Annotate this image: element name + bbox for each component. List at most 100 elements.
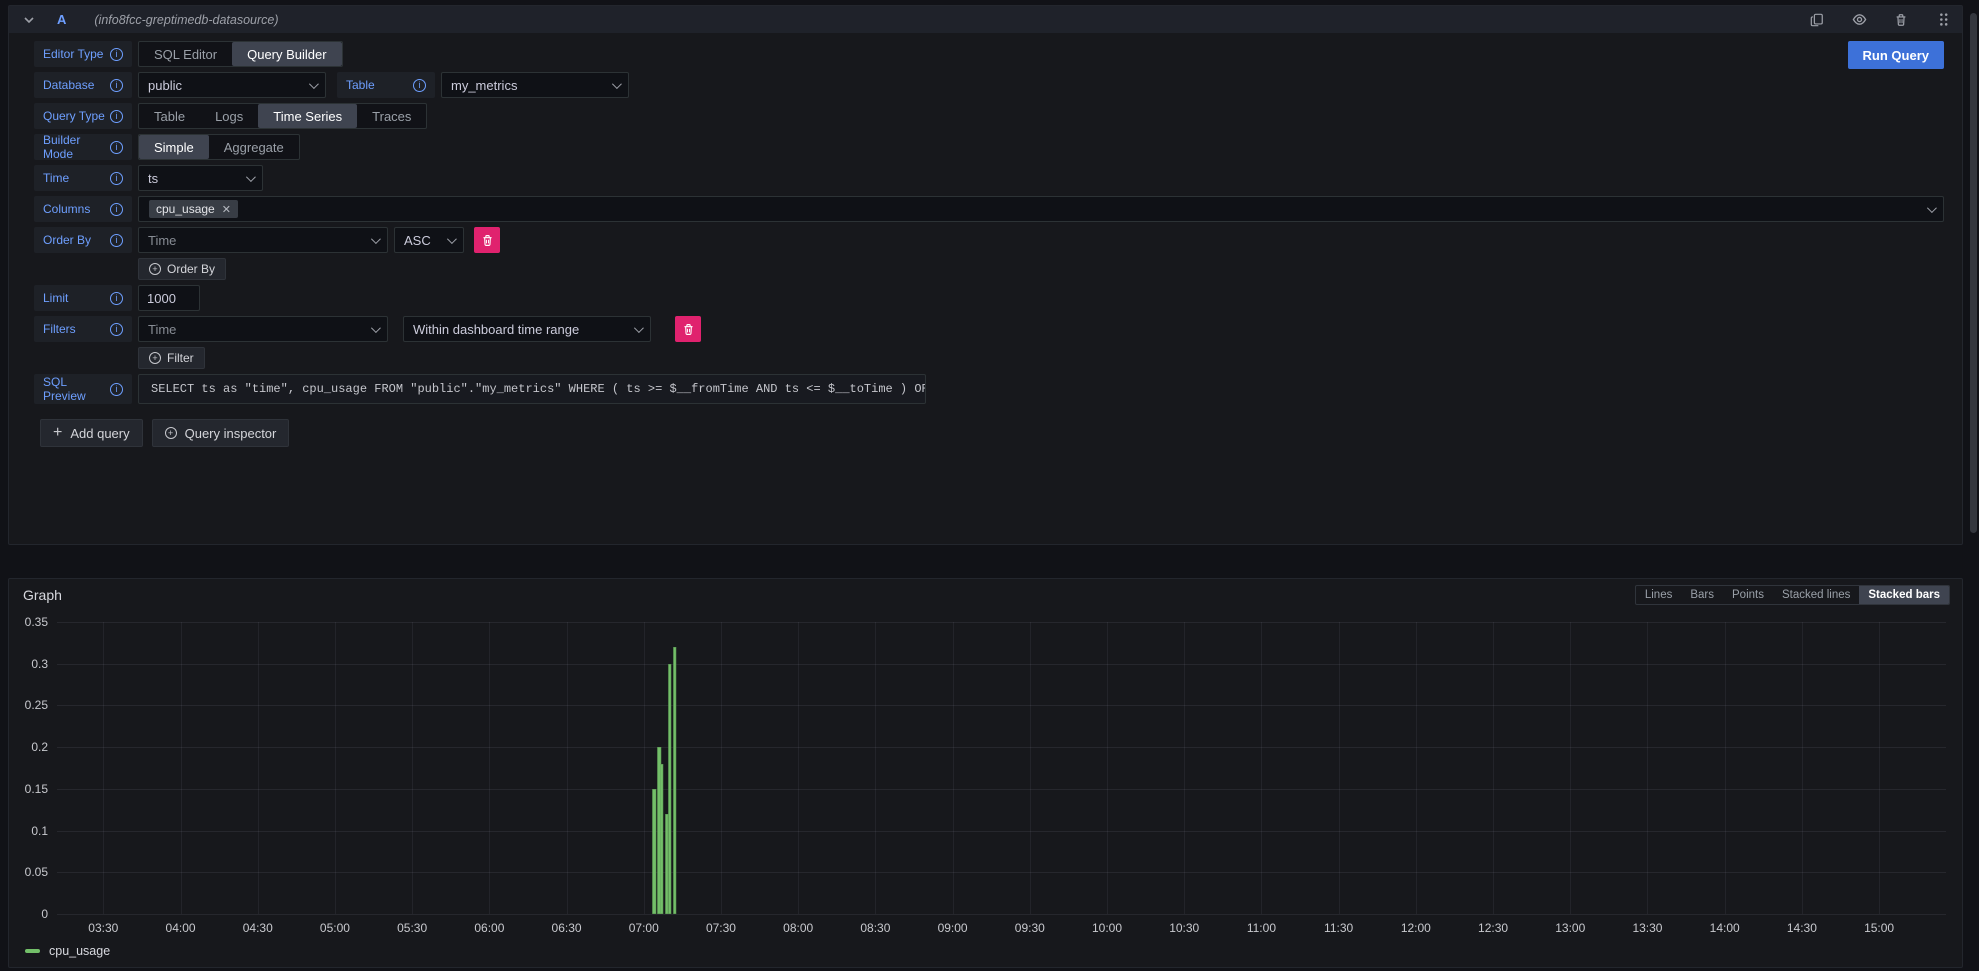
add-query-button[interactable]: + Add query bbox=[40, 419, 143, 447]
remove-filter-button[interactable] bbox=[675, 316, 701, 342]
x-axis-tick-label: 15:00 bbox=[1864, 921, 1894, 935]
sql-preview-label: SQL Preview bbox=[34, 374, 132, 404]
info-icon[interactable] bbox=[110, 203, 123, 216]
hide-response-icon[interactable] bbox=[1850, 11, 1868, 29]
chart-plot-area: 00.050.10.150.20.250.30.3503:3004:0004:3… bbox=[57, 622, 1946, 914]
data-bar bbox=[660, 764, 664, 914]
columns-multiselect[interactable]: cpu_usage ✕ bbox=[138, 196, 1944, 222]
chevron-down-icon bbox=[309, 79, 319, 89]
mode-stacked-bars[interactable]: Stacked bars bbox=[1859, 586, 1949, 604]
scrollbar-thumb[interactable] bbox=[1970, 13, 1977, 533]
x-axis-tick-label: 04:30 bbox=[243, 921, 273, 935]
query-row-header[interactable]: A (info8fcc-greptimedb-datasource) bbox=[9, 6, 1962, 33]
mode-lines[interactable]: Lines bbox=[1636, 586, 1682, 604]
query-type-label: Query Type bbox=[34, 103, 132, 129]
tab-table[interactable]: Table bbox=[139, 104, 200, 128]
gridline-horizontal bbox=[57, 872, 1946, 873]
limit-input[interactable] bbox=[138, 285, 200, 311]
filter-condition-select[interactable]: Within dashboard time range bbox=[403, 316, 651, 342]
graph-mode-group: Lines Bars Points Stacked lines Stacked … bbox=[1635, 585, 1950, 605]
editor-type-label: Editor Type bbox=[34, 41, 132, 67]
gridline-vertical bbox=[258, 622, 259, 914]
tab-time-series[interactable]: Time Series bbox=[258, 104, 357, 128]
gridline-vertical bbox=[489, 622, 490, 914]
table-select[interactable]: my_metrics bbox=[441, 72, 629, 98]
gridline-vertical bbox=[1030, 622, 1031, 914]
add-filter-button[interactable]: Filter bbox=[138, 347, 205, 369]
tab-sql-editor[interactable]: SQL Editor bbox=[139, 42, 232, 66]
y-axis-tick-label: 0.05 bbox=[25, 865, 48, 879]
collapse-chevron-icon[interactable] bbox=[23, 13, 37, 27]
database-select[interactable]: public bbox=[138, 72, 326, 98]
legend-label[interactable]: cpu_usage bbox=[49, 944, 110, 958]
gridline-vertical bbox=[1184, 622, 1185, 914]
editor-type-group: SQL Editor Query Builder bbox=[138, 41, 343, 67]
gridline-vertical bbox=[1416, 622, 1417, 914]
chevron-down-icon bbox=[612, 79, 622, 89]
run-query-button[interactable]: Run Query bbox=[1848, 41, 1944, 69]
editor-type-row: Editor Type SQL Editor Query Builder bbox=[34, 41, 1944, 67]
mode-stacked-lines[interactable]: Stacked lines bbox=[1773, 586, 1859, 604]
info-icon[interactable] bbox=[110, 172, 123, 185]
order-direction-select[interactable]: ASC bbox=[394, 227, 464, 253]
tab-query-builder[interactable]: Query Builder bbox=[232, 42, 341, 66]
info-icon[interactable] bbox=[110, 141, 123, 154]
mode-points[interactable]: Points bbox=[1723, 586, 1773, 604]
tab-aggregate[interactable]: Aggregate bbox=[209, 135, 299, 159]
query-inspector-button[interactable]: Query inspector bbox=[152, 419, 290, 447]
y-axis-tick-label: 0.25 bbox=[25, 698, 48, 712]
query-type-group: Table Logs Time Series Traces bbox=[138, 103, 427, 129]
chevron-down-icon bbox=[634, 323, 644, 333]
order-by-field-select[interactable]: Time bbox=[138, 227, 388, 253]
time-label: Time bbox=[34, 165, 132, 191]
gridline-vertical bbox=[1261, 622, 1262, 914]
x-axis-tick-label: 06:00 bbox=[474, 921, 504, 935]
x-axis-tick-label: 05:00 bbox=[320, 921, 350, 935]
tab-logs[interactable]: Logs bbox=[200, 104, 258, 128]
y-axis-tick-label: 0 bbox=[41, 907, 48, 921]
gridline-vertical bbox=[567, 622, 568, 914]
gridline-horizontal bbox=[57, 789, 1946, 790]
tab-traces[interactable]: Traces bbox=[357, 104, 426, 128]
info-icon[interactable] bbox=[110, 383, 123, 396]
x-axis-tick-label: 10:00 bbox=[1092, 921, 1122, 935]
x-axis-tick-label: 07:00 bbox=[629, 921, 659, 935]
time-series-chart: 00.050.10.150.20.250.30.3503:3004:0004:3… bbox=[9, 609, 1962, 941]
info-icon[interactable] bbox=[110, 323, 123, 336]
x-axis-tick-label: 07:30 bbox=[706, 921, 736, 935]
columns-row: Columns cpu_usage ✕ bbox=[34, 196, 1944, 222]
filter-field-select[interactable]: Time bbox=[138, 316, 388, 342]
time-column-select[interactable]: ts bbox=[138, 165, 263, 191]
x-axis-tick-label: 13:30 bbox=[1632, 921, 1662, 935]
gridline-vertical bbox=[1493, 622, 1494, 914]
graph-panel-header: Graph Lines Bars Points Stacked lines St… bbox=[9, 579, 1962, 609]
duplicate-query-icon[interactable] bbox=[1808, 11, 1826, 29]
columns-label: Columns bbox=[34, 196, 132, 222]
filters-label: Filters bbox=[34, 316, 132, 342]
info-icon[interactable] bbox=[110, 234, 123, 247]
add-order-by-button[interactable]: Order By bbox=[138, 258, 226, 280]
data-bar bbox=[673, 647, 677, 914]
x-axis-tick-label: 13:00 bbox=[1555, 921, 1585, 935]
info-icon[interactable] bbox=[110, 48, 123, 61]
info-icon[interactable] bbox=[413, 79, 426, 92]
info-icon[interactable] bbox=[110, 110, 123, 123]
gridline-vertical bbox=[181, 622, 182, 914]
legend-swatch bbox=[25, 949, 40, 953]
delete-query-icon[interactable] bbox=[1892, 11, 1910, 29]
chart-legend: cpu_usage bbox=[9, 941, 1962, 967]
info-circle-icon bbox=[165, 427, 177, 439]
builder-mode-group: Simple Aggregate bbox=[138, 134, 300, 160]
remove-tag-icon[interactable]: ✕ bbox=[222, 203, 231, 216]
info-icon[interactable] bbox=[110, 292, 123, 305]
tab-simple[interactable]: Simple bbox=[139, 135, 209, 159]
info-icon[interactable] bbox=[110, 79, 123, 92]
builder-mode-row: Builder Mode Simple Aggregate bbox=[34, 134, 1944, 160]
drag-handle-icon[interactable] bbox=[1934, 11, 1952, 29]
mode-bars[interactable]: Bars bbox=[1681, 586, 1723, 604]
y-axis-tick-label: 0.2 bbox=[31, 740, 48, 754]
x-axis-tick-label: 12:00 bbox=[1401, 921, 1431, 935]
gridline-vertical bbox=[1339, 622, 1340, 914]
x-axis-tick-label: 14:30 bbox=[1787, 921, 1817, 935]
remove-order-by-button[interactable] bbox=[474, 227, 500, 253]
